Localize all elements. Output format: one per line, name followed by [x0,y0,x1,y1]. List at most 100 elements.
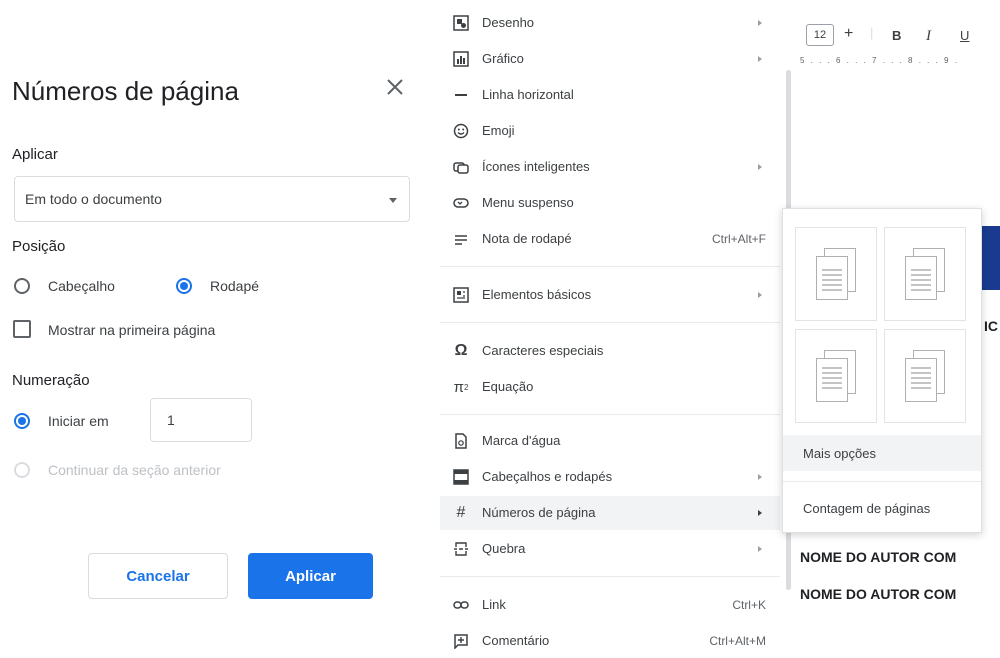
menu-item-smart-chips[interactable]: Ícones inteligentes [440,150,780,184]
chevron-down-icon [389,198,397,203]
menu-item-label: Comentário [482,633,550,648]
apply-section-label: Aplicar [12,146,58,163]
footer-radio[interactable] [176,278,192,294]
menu-item-label: Quebra [482,541,526,556]
menu-item-emoji[interactable]: Emoji [440,114,780,148]
option-footer-right-all[interactable] [795,329,877,423]
chevron-right-icon [758,546,762,552]
header-radio[interactable] [14,278,30,294]
menu-item-label: Menu suspenso [482,195,574,210]
page-numbers-submenu: Mais opções Contagem de páginas [782,208,982,533]
apply-scope-select[interactable]: Em todo o documento [14,176,410,222]
menu-divider [440,266,780,267]
menu-item-label: Emoji [482,123,515,138]
menu-item-label: Caracteres especiais [482,343,604,358]
continue-previous-label: Continuar da seção anterior [48,462,221,478]
menu-item-label: Linha horizontal [482,87,574,102]
author-line-1: NOME DO AUTOR COM [800,549,957,565]
more-options-label: Mais opções [803,446,876,461]
break-icon [452,540,470,558]
comment-icon [452,632,470,650]
chevron-right-icon [758,56,762,62]
smart-chips-icon [452,158,470,176]
menu-item-special-characters[interactable]: Ω Caracteres especiais [440,334,780,368]
chevron-right-icon [758,20,762,26]
numbering-section-label: Numeração [12,372,90,389]
menu-item-chart[interactable]: Gráfico [440,42,780,76]
menu-item-building-blocks[interactable]: Elementos básicos [440,278,780,312]
page-count-label: Contagem de páginas [803,501,931,516]
option-header-right-all[interactable] [884,227,966,321]
menu-item-label: Desenho [482,15,535,30]
show-first-page-checkbox[interactable] [13,320,31,338]
watermark-icon [452,432,470,450]
continue-previous-radio[interactable] [14,462,30,478]
chart-icon [452,50,470,68]
pi-icon: π2 [453,378,469,396]
page-numbers-dialog: Números de página Aplicar Em todo o docu… [0,0,430,654]
menu-item-label: Gráfico [482,51,524,66]
chevron-right-icon [758,164,762,170]
hash-icon: # [456,504,466,521]
menu-item-footnote[interactable]: Nota de rodapé Ctrl+Alt+F [440,222,780,256]
ruler[interactable]: 5 . . . 6 . . . 7 . . . 8 . . . 9 . [800,56,1000,71]
menu-item-page-numbers[interactable]: # Números de página [440,496,780,530]
chevron-right-icon [758,292,762,298]
editor-toolbar: 12 + | B I U [800,20,1000,52]
omega-icon: Ω [454,342,468,359]
menu-item-label: Nota de rodapé [482,231,572,246]
position-section-label: Posição [12,238,66,255]
font-size-input[interactable]: 12 [806,24,834,46]
dropdown-icon [452,194,470,212]
apply-button[interactable]: Aplicar [248,553,373,599]
footer-radio-label: Rodapé [210,278,260,294]
menu-item-label: Elementos básicos [482,287,592,302]
show-first-page-label: Mostrar na primeira página [48,322,216,338]
bold-button[interactable]: B [892,28,901,43]
drawing-icon [452,14,470,32]
header-radio-label: Cabeçalho [48,278,115,294]
menu-divider [440,322,780,323]
cancel-button[interactable]: Cancelar [88,553,228,599]
horizontal-line-icon [452,86,470,104]
header-footer-icon [452,468,470,486]
menu-item-label: Marca d'água [482,433,561,448]
menu-item-equation[interactable]: π2 Equação [440,370,780,404]
menu-item-dropdown[interactable]: Menu suspenso [440,186,780,220]
chevron-right-icon [758,474,762,480]
footnote-icon [452,230,470,248]
underline-button[interactable]: U [960,28,969,43]
menu-item-watermark[interactable]: Marca d'água [440,424,780,458]
menu-item-comment[interactable]: Comentário Ctrl+Alt+M [440,624,780,658]
start-at-radio[interactable] [14,413,30,429]
option-header-right-skip-first[interactable] [795,227,877,321]
menu-item-horizontal-line[interactable]: Linha horizontal [440,78,780,112]
menu-item-label: Números de página [482,505,596,520]
emoji-icon [452,122,470,140]
increase-font-size-button[interactable]: + [844,25,853,43]
shortcut-label: Ctrl+K [732,598,766,612]
menu-item-headers-footers[interactable]: Cabeçalhos e rodapés [440,460,780,494]
start-at-value: 1 [167,412,175,428]
document-text-fragment: IC [984,318,998,334]
chevron-right-icon [758,510,762,516]
menu-item-link[interactable]: Link Ctrl+K [440,588,780,622]
building-blocks-icon [452,286,470,304]
menu-item-break[interactable]: Quebra [440,532,780,566]
link-icon [452,596,470,614]
author-line-2: NOME DO AUTOR COM [800,586,957,602]
option-footer-right-skip-first[interactable] [884,329,966,423]
submenu-divider [783,481,981,482]
italic-button[interactable]: I [926,28,931,45]
menu-item-label: Link [482,597,506,612]
start-at-input[interactable]: 1 [150,398,252,442]
menu-divider [440,576,780,577]
shortcut-label: Ctrl+Alt+M [709,634,766,648]
more-options-item[interactable]: Mais opções [783,435,981,471]
menu-item-label: Ícones inteligentes [482,159,590,174]
page-count-item[interactable]: Contagem de páginas [783,490,981,526]
close-icon[interactable] [384,76,406,98]
apply-scope-value: Em todo o documento [25,191,162,207]
menu-item-drawing[interactable]: Desenho [440,6,780,40]
menu-item-label: Equação [482,379,534,394]
